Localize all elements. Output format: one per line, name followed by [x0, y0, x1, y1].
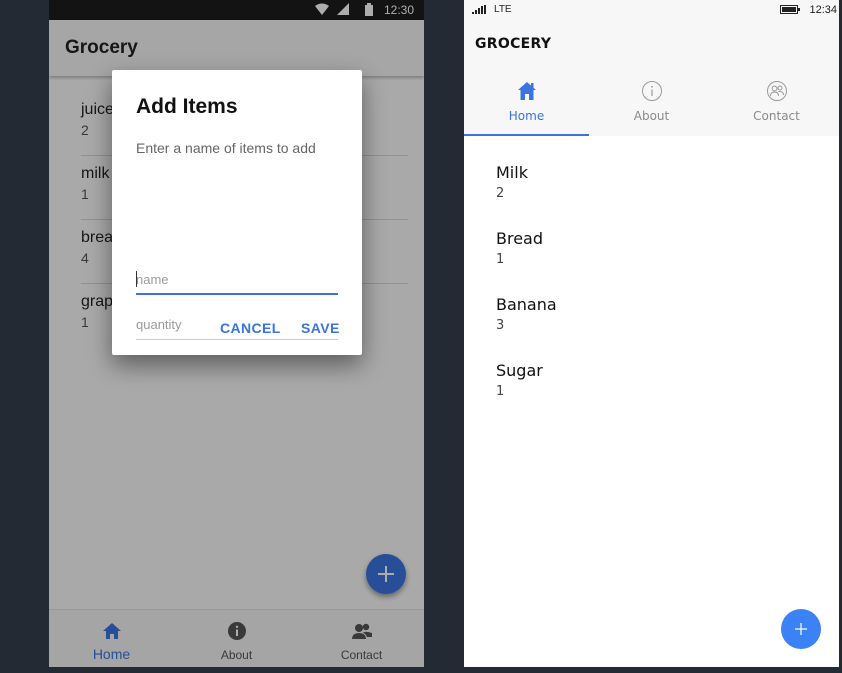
tab-about[interactable]: About	[589, 77, 714, 136]
list-item[interactable]: Milk 2	[496, 160, 816, 226]
contacts-icon	[766, 81, 787, 101]
grocery-list: Milk 2 Bread 1 Banana 3 Sugar 1	[496, 160, 816, 424]
info-icon	[641, 81, 662, 101]
tab-home[interactable]: Home	[464, 77, 589, 136]
app-title: GROCERY	[475, 36, 552, 52]
item-name: Milk	[496, 163, 528, 182]
item-name: Sugar	[496, 361, 543, 380]
name-input[interactable]	[136, 265, 338, 293]
dialog-message: Enter a name of items to add	[136, 140, 316, 156]
home-icon	[517, 82, 536, 100]
app-header: GROCERY Home About Contact	[464, 20, 839, 136]
web-status-bar: LTE 12:34	[464, 0, 839, 20]
signal-icon	[472, 5, 486, 14]
item-quantity: 1	[496, 252, 505, 267]
tab-contact[interactable]: Contact	[714, 77, 839, 136]
name-field	[136, 265, 338, 295]
list-item[interactable]: Banana 3	[496, 292, 816, 358]
web-phone-screen: LTE 12:34 GROCERY Home About Contact Mil…	[464, 0, 839, 667]
network-label: LTE	[494, 4, 512, 15]
item-name: Banana	[496, 295, 557, 314]
save-button[interactable]: SAVE	[301, 320, 340, 336]
cancel-button[interactable]: CANCEL	[220, 320, 281, 336]
add-item-fab[interactable]	[781, 609, 821, 649]
list-item[interactable]: Bread 1	[496, 226, 816, 292]
android-phone-screen: 12:30 Grocery juice 2 milk 1 bread 4 gra…	[49, 0, 424, 667]
item-quantity: 2	[496, 186, 505, 201]
battery-icon	[780, 5, 800, 14]
plus-icon	[795, 623, 807, 635]
tab-contact-label: Contact	[753, 109, 800, 123]
status-time: 12:34	[809, 4, 837, 16]
item-quantity: 1	[496, 384, 505, 399]
item-quantity: 3	[496, 318, 505, 333]
tab-home-label: Home	[508, 109, 545, 123]
text-caret	[136, 271, 137, 287]
dialog-title: Add Items	[136, 95, 238, 118]
list-item[interactable]: Sugar 1	[496, 358, 816, 424]
item-name: Bread	[496, 229, 544, 248]
add-items-dialog: Add Items Enter a name of items to add C…	[112, 70, 362, 355]
tab-about-label: About	[633, 109, 670, 123]
